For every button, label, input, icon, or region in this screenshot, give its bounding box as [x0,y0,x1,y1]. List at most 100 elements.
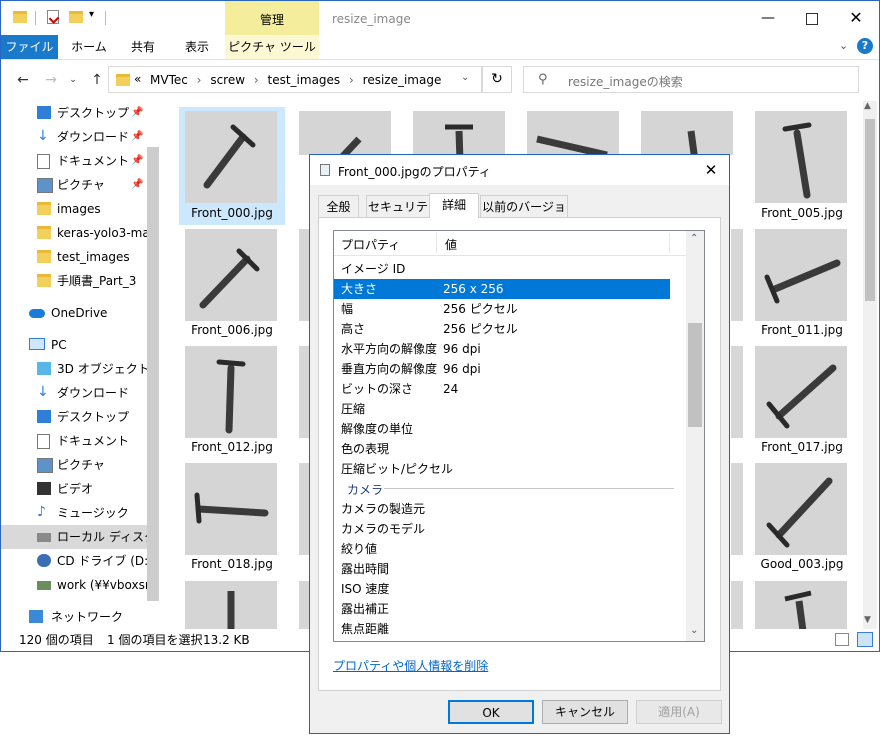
nav-item-pictures[interactable]: ピクチャ 📌 [1,173,151,197]
nav-item-network-share[interactable]: work (¥¥vboxsrv [1,573,151,597]
minimize-button[interactable]: — [753,7,783,29]
property-row[interactable]: 幅 256 ピクセル [334,299,670,319]
details-view-icon[interactable] [835,633,849,646]
tab-general[interactable]: 全般 [318,195,359,217]
screw-thumbnail[interactable] [755,346,847,438]
screw-thumbnail[interactable] [185,346,277,438]
file-name[interactable]: Front_006.jpg [177,323,287,337]
screw-thumbnail[interactable] [755,229,847,321]
nav-item-3d-objects[interactable]: 3D オブジェクト [1,357,151,381]
nav-item-network[interactable]: ネットワーク [1,605,151,629]
forward-arrow-icon[interactable]: → [39,65,63,95]
refresh-icon[interactable]: ↻ [482,66,512,93]
nav-item-cd-drive[interactable]: CD ドライブ (D:) Vi [1,549,151,573]
screw-thumbnail[interactable] [185,229,277,321]
nav-item-keras-yolo3[interactable]: keras-yolo3-mas [1,221,151,245]
screw-thumbnail[interactable] [731,581,743,629]
qat-dropdown-icon[interactable]: ▾ [89,9,94,20]
properties-icon[interactable] [47,10,60,24]
close-button[interactable]: ✕ [841,7,871,29]
tab-previous-versions[interactable]: 以前のバージョン [480,195,568,236]
property-row[interactable]: 垂直方向の解像度 96 dpi [334,359,670,379]
breadcrumb-item[interactable]: MVTec [150,73,188,87]
scroll-thumb[interactable] [865,119,875,301]
nav-item-desktop[interactable]: デスクトップ 📌 [1,101,151,125]
header-property[interactable]: プロパティ [341,236,400,253]
nav-item-pc-downloads[interactable]: ↓ ダウンロード [1,381,151,405]
nav-item-downloads[interactable]: ↓ ダウンロード 📌 [1,125,151,149]
property-list[interactable]: プロパティ 値 イメージ ID 大きさ 256 x 256 幅 256 ピクセル 高… [333,230,705,642]
property-row[interactable]: 圧縮ビット/ピクセル [334,459,670,479]
property-row[interactable]: ビットの深さ 24 [334,379,670,399]
property-row[interactable]: 解像度の単位 [334,419,670,439]
screw-thumbnail[interactable] [755,111,847,203]
content-scrollbar[interactable]: ▲ ▼ [863,101,877,629]
property-row[interactable]: 露出時間 [334,559,670,579]
header-value[interactable]: 値 [445,236,457,253]
file-name[interactable]: Front_000.jpg [177,206,287,220]
new-folder-icon[interactable] [69,11,83,23]
back-arrow-icon[interactable]: ← [11,65,35,95]
breadcrumb-item[interactable]: screw [210,73,245,87]
file-name[interactable]: Front_017.jpg [747,440,857,454]
help-icon[interactable]: ? [857,38,873,54]
property-list-scrollbar[interactable]: ⌃ ⌄ [686,231,704,641]
screw-thumbnail[interactable] [755,463,847,555]
screw-thumbnail[interactable] [185,111,277,203]
breadcrumb-overflow[interactable]: « [134,72,141,86]
tab-file[interactable]: ファイル [1,35,58,59]
screw-thumbnail[interactable] [185,463,277,555]
screw-thumbnail[interactable] [731,229,743,321]
nav-item-onedrive[interactable]: OneDrive [1,301,151,325]
property-row[interactable]: 水平方向の解像度 96 dpi [334,339,670,359]
property-row[interactable]: 露出補正 [334,599,670,619]
nav-item-manual-part3[interactable]: 手順書_Part_3 [1,269,151,293]
tab-share[interactable]: 共有 [117,35,169,59]
file-name[interactable]: Front_005.jpg [747,206,857,220]
nav-item-pc-documents[interactable]: ドキュメント [1,429,151,453]
property-row-selected[interactable]: 大きさ 256 x 256 [334,279,670,299]
screw-thumbnail[interactable] [413,111,505,155]
tab-security[interactable]: セキュリティ [366,195,430,236]
nav-item-videos[interactable]: ビデオ [1,477,151,501]
breadcrumb-item[interactable]: resize_image [363,73,442,87]
file-name[interactable]: Front_018.jpg [177,557,287,571]
screw-thumbnail[interactable] [731,346,743,438]
property-row[interactable]: 焦点距離 [334,619,670,639]
screw-thumbnail[interactable] [641,111,733,155]
breadcrumb-item[interactable]: test_images [268,73,341,87]
property-row[interactable]: 色の表現 [334,439,670,459]
property-row[interactable]: 高さ 256 ピクセル [334,319,670,339]
file-name[interactable]: Front_012.jpg [177,440,287,454]
property-row[interactable]: 絞り値 [334,539,670,559]
address-dropdown-icon[interactable]: ⌄ [461,72,469,83]
cancel-button[interactable]: キャンセル [542,700,628,724]
nav-item-pc-pictures[interactable]: ピクチャ [1,453,151,477]
screw-thumbnail[interactable] [755,581,847,629]
file-name[interactable]: Front_011.jpg [747,323,857,337]
nav-item-documents[interactable]: ドキュメント 📌 [1,149,151,173]
nav-item-local-disk[interactable]: ローカル ディスク (C [1,525,151,549]
ok-button[interactable]: OK [448,700,534,724]
nav-item-pc[interactable]: PC [1,333,151,357]
property-row[interactable]: 圧縮 [334,399,670,419]
nav-item-images[interactable]: images [1,197,151,221]
large-icons-view-icon[interactable] [857,632,873,647]
tab-home[interactable]: ホーム [61,35,117,59]
property-row[interactable]: イメージ ID [334,259,670,279]
dialog-close-button[interactable]: ✕ [698,159,724,181]
file-name[interactable]: Good_003.jpg [747,557,857,571]
ribbon-expand-icon[interactable]: ⌄ [839,39,848,52]
scroll-thumb[interactable] [688,323,702,427]
tab-details[interactable]: 詳細 [429,193,479,218]
screw-thumbnail[interactable] [299,111,391,155]
property-row[interactable]: カメラの製造元 [334,499,670,519]
tab-view[interactable]: 表示 [171,35,223,59]
tab-picture-tools[interactable]: ピクチャ ツール [225,35,319,59]
property-row[interactable]: カメラのモデル [334,519,670,539]
property-row[interactable]: ISO 速度 [334,579,670,599]
screw-thumbnail[interactable] [527,111,619,155]
recent-dropdown-icon[interactable]: ⌄ [61,65,85,95]
nav-scrollbar[interactable] [147,147,159,601]
maximize-button[interactable] [797,7,827,29]
